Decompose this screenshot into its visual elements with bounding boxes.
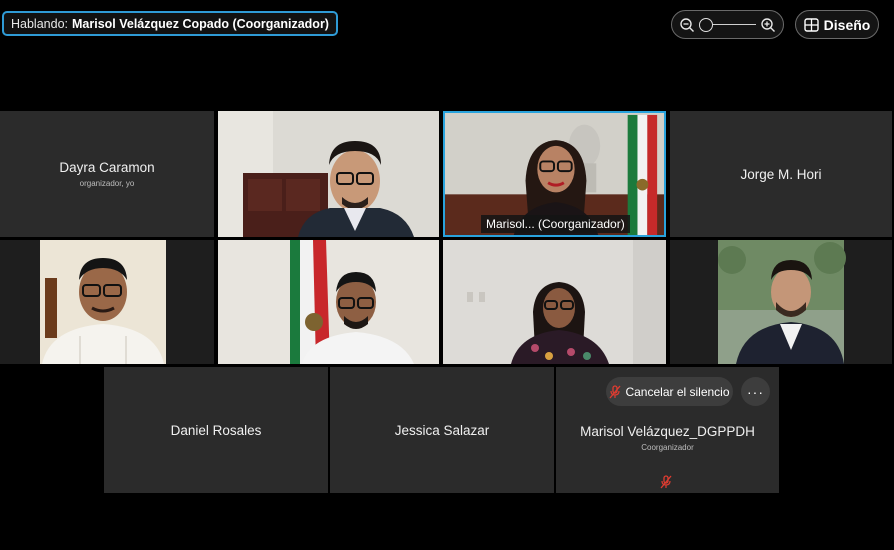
participant-video-tile[interactable] (218, 111, 439, 237)
participant-nametag: Marisol... (Coorganizador) (481, 215, 630, 233)
speaking-label: Hablando: (11, 16, 68, 31)
participant-video (218, 111, 439, 237)
unmute-button-label: Cancelar el silencio (625, 384, 730, 399)
participant-role: Coorganizador (641, 443, 694, 452)
zoom-slider-handle[interactable] (699, 17, 713, 32)
participant-name: Dayra Caramon (59, 160, 155, 175)
participant-video-tile[interactable] (0, 240, 214, 364)
participant-video-tile[interactable] (443, 240, 666, 364)
speaking-indicator: Hablando: Marisol Velázquez Copado (Coor… (2, 11, 338, 36)
zoom-in-icon[interactable] (760, 17, 776, 33)
participant-tile-dayra[interactable]: Dayra Caramon organizador, yo (0, 111, 214, 237)
participant-name: Jorge M. Hori (740, 166, 822, 182)
zoom-control (671, 10, 784, 39)
participant-name: Marisol Velázquez_DGPPDH (580, 424, 755, 439)
grid-icon (803, 17, 819, 32)
participant-video-tile[interactable] (218, 240, 439, 364)
more-options-button[interactable]: ··· (741, 377, 770, 406)
participant-name: Daniel Rosales (170, 422, 262, 438)
participant-video-tile-marisol[interactable]: Marisol... (Coorganizador) (443, 111, 666, 237)
meeting-stage: Hablando: Marisol Velázquez Copado (Coor… (0, 0, 894, 550)
participant-video (670, 240, 892, 364)
participant-video (443, 240, 666, 364)
participant-video (218, 240, 439, 364)
participant-tile-jessica[interactable]: Jessica Salazar (330, 367, 554, 493)
more-options-label: ··· (747, 383, 764, 400)
participant-name: Jessica Salazar (394, 422, 490, 438)
mic-off-icon (609, 384, 621, 398)
participant-role: organizador, yo (79, 179, 135, 188)
participant-tile-daniel[interactable]: Daniel Rosales (104, 367, 328, 493)
mic-off-icon (660, 475, 672, 489)
zoom-out-icon[interactable] (679, 17, 695, 33)
participant-tile-jorge[interactable]: Jorge M. Hori (670, 111, 892, 237)
layout-button-label: Diseño (823, 16, 871, 33)
unmute-button[interactable]: Cancelar el silencio (606, 377, 733, 406)
speaking-name: Marisol Velázquez Copado (Coorganizador) (72, 16, 329, 31)
participant-video-tile[interactable] (670, 240, 892, 364)
layout-button[interactable]: Diseño (795, 10, 879, 39)
participant-video (0, 240, 214, 364)
zoom-slider[interactable] (699, 17, 756, 32)
